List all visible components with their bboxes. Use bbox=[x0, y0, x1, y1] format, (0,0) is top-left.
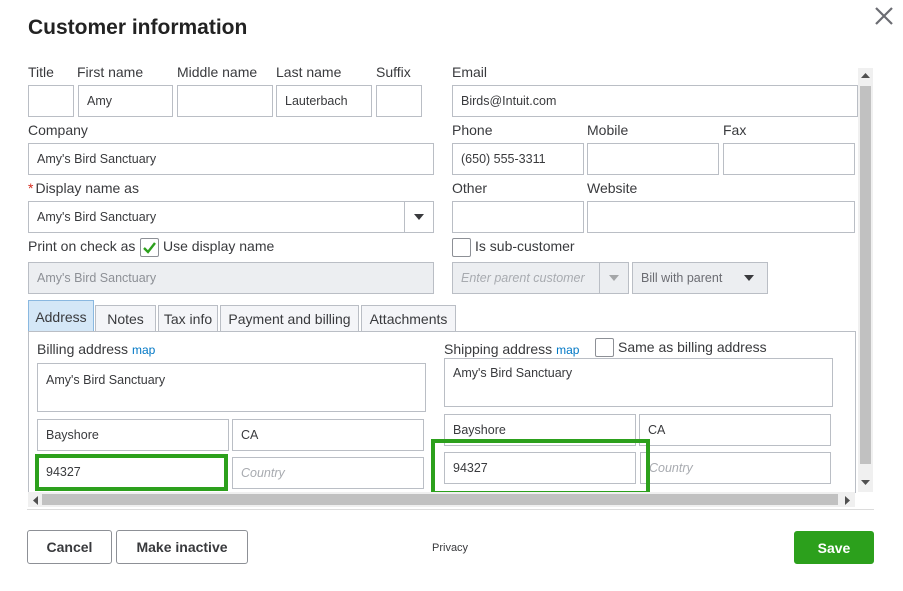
shipping-country-input[interactable]: Country bbox=[640, 452, 831, 484]
footer-divider bbox=[27, 509, 874, 510]
suffix-input[interactable] bbox=[376, 85, 422, 117]
vertical-scroll-thumb[interactable] bbox=[860, 86, 871, 464]
display-name-value: Amy's Bird Sanctuary bbox=[37, 210, 157, 224]
phone-input[interactable]: (650) 555-3311 bbox=[452, 143, 584, 175]
save-button[interactable]: Save bbox=[794, 531, 874, 564]
company-input[interactable]: Amy's Bird Sanctuary bbox=[28, 143, 434, 175]
billing-country-input[interactable]: Country bbox=[232, 457, 424, 489]
email-input[interactable]: Birds@Intuit.com bbox=[452, 85, 858, 117]
use-display-name-label: Use display name bbox=[163, 238, 275, 254]
scroll-left-arrow-icon[interactable] bbox=[32, 496, 39, 505]
suffix-label: Suffix bbox=[376, 64, 411, 80]
billing-address-label: Billing address map bbox=[37, 341, 155, 358]
billing-map-link[interactable]: map bbox=[132, 343, 155, 357]
first-name-input[interactable]: Amy bbox=[78, 85, 173, 117]
horizontal-scroll-thumb[interactable] bbox=[42, 494, 838, 505]
vertical-scrollbar[interactable] bbox=[858, 68, 873, 492]
email-label: Email bbox=[452, 64, 488, 80]
scroll-right-arrow-icon[interactable] bbox=[844, 496, 851, 505]
tab-address[interactable]: Address bbox=[28, 300, 94, 332]
required-mark: * bbox=[28, 180, 34, 196]
parent-customer-select[interactable]: Enter parent customer bbox=[452, 262, 629, 294]
company-label: Company bbox=[28, 122, 88, 138]
same-as-billing-label: Same as billing address bbox=[618, 339, 767, 355]
make-inactive-button[interactable]: Make inactive bbox=[116, 530, 248, 564]
scroll-up-arrow-icon[interactable] bbox=[861, 72, 870, 79]
shipping-address-label-text: Shipping address bbox=[444, 341, 553, 357]
tab-payment-and-billing[interactable]: Payment and billing bbox=[220, 305, 359, 331]
sub-customer-checkbox[interactable] bbox=[452, 238, 471, 257]
first-name-label: First name bbox=[77, 64, 144, 80]
checkmark-icon bbox=[143, 242, 156, 254]
shipping-zip-highlight bbox=[431, 439, 650, 495]
same-as-billing-checkbox[interactable] bbox=[595, 338, 614, 357]
horizontal-scrollbar[interactable] bbox=[28, 492, 855, 507]
chevron-down-icon[interactable] bbox=[600, 263, 628, 293]
title-input[interactable] bbox=[28, 85, 74, 117]
last-name-input[interactable]: Lauterbach bbox=[276, 85, 372, 117]
other-label: Other bbox=[452, 180, 488, 196]
other-input[interactable] bbox=[452, 201, 584, 233]
mobile-label: Mobile bbox=[587, 122, 629, 138]
middle-name-input[interactable] bbox=[177, 85, 273, 117]
billing-city-input[interactable]: Bayshore bbox=[37, 419, 229, 451]
billing-state-input[interactable]: CA bbox=[232, 419, 424, 451]
scroll-down-arrow-icon[interactable] bbox=[861, 479, 870, 486]
title-label: Title bbox=[28, 64, 54, 80]
website-input[interactable] bbox=[587, 201, 855, 233]
fax-label: Fax bbox=[723, 122, 747, 138]
print-on-check-label: Print on check as bbox=[28, 238, 136, 254]
use-display-name-checkbox[interactable] bbox=[140, 238, 159, 257]
display-name-select[interactable]: Amy's Bird Sanctuary bbox=[28, 201, 434, 233]
shipping-street-input[interactable]: Amy's Bird Sanctuary bbox=[444, 358, 833, 407]
shipping-state-input[interactable]: CA bbox=[639, 414, 831, 446]
print-on-check-input[interactable]: Amy's Bird Sanctuary bbox=[28, 262, 434, 294]
cancel-button[interactable]: Cancel bbox=[27, 530, 112, 564]
bill-with-parent-select[interactable]: Bill with parent bbox=[632, 262, 768, 294]
display-name-label-text: Display name as bbox=[35, 180, 139, 196]
mobile-input[interactable] bbox=[587, 143, 719, 175]
tab-attachments[interactable]: Attachments bbox=[361, 305, 456, 331]
sub-customer-label: Is sub-customer bbox=[475, 238, 575, 254]
billing-street-input[interactable]: Amy's Bird Sanctuary bbox=[37, 363, 426, 412]
privacy-link[interactable]: Privacy bbox=[432, 542, 468, 554]
display-name-label: * Display name as bbox=[28, 180, 139, 196]
phone-label: Phone bbox=[452, 122, 493, 138]
website-label: Website bbox=[587, 180, 638, 196]
billing-zip-highlight bbox=[35, 454, 228, 491]
dialog-title: Customer information bbox=[28, 16, 248, 39]
shipping-address-label: Shipping address map bbox=[444, 341, 579, 358]
fax-input[interactable] bbox=[723, 143, 855, 175]
billing-address-label-text: Billing address bbox=[37, 341, 129, 357]
tab-tax-info[interactable]: Tax info bbox=[158, 305, 218, 331]
shipping-map-link[interactable]: map bbox=[556, 343, 579, 357]
parent-customer-placeholder: Enter parent customer bbox=[461, 271, 585, 285]
bill-with-parent-value: Bill with parent bbox=[641, 271, 723, 285]
tab-notes[interactable]: Notes bbox=[95, 305, 156, 331]
last-name-label: Last name bbox=[276, 64, 342, 80]
chevron-down-icon[interactable] bbox=[405, 202, 433, 232]
chevron-down-icon[interactable] bbox=[735, 263, 763, 293]
close-icon[interactable] bbox=[872, 4, 896, 28]
middle-name-label: Middle name bbox=[177, 64, 258, 80]
